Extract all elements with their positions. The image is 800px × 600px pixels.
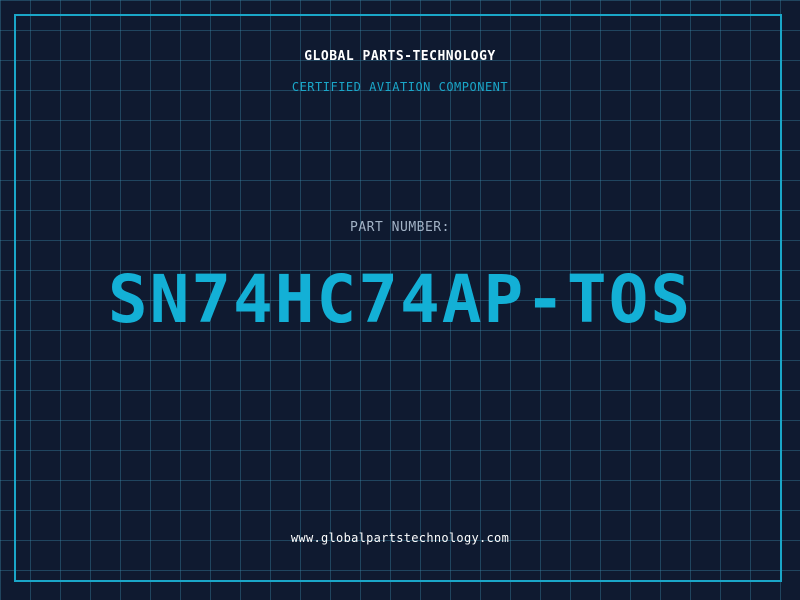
certification-tagline: CERTIFIED AVIATION COMPONENT — [291, 80, 509, 94]
website-url: www.globalpartstechnology.com — [290, 531, 510, 545]
part-number-label: PART NUMBER: — [350, 220, 450, 235]
company-name: GLOBAL PARTS-TECHNOLOGY — [304, 49, 496, 64]
part-number-value: SN74HC74AP-TOS — [107, 261, 693, 338]
